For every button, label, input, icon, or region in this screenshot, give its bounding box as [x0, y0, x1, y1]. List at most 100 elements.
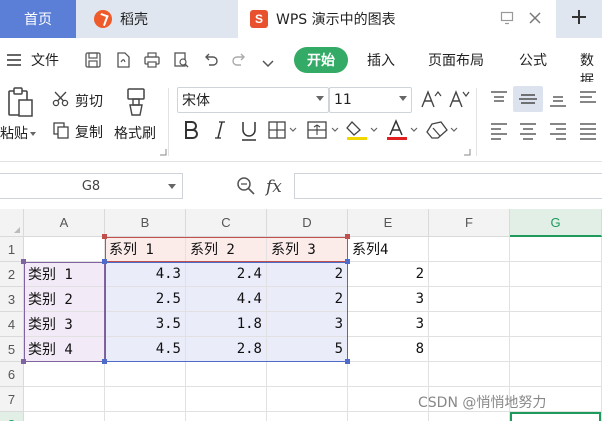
menu-formula[interactable]: 公式: [519, 50, 547, 70]
cell-b4[interactable]: 3.5: [105, 312, 186, 337]
range-resize-handle[interactable]: [102, 259, 107, 264]
cell-d4[interactable]: 3: [267, 312, 348, 337]
cell-c4[interactable]: 1.8: [186, 312, 267, 337]
column-header-c[interactable]: C: [186, 209, 267, 237]
align-right-icon[interactable]: [548, 122, 568, 144]
cell-e4[interactable]: 3: [348, 312, 429, 337]
output-pdf-icon[interactable]: [114, 51, 132, 73]
cell-c6[interactable]: [186, 362, 267, 387]
cell-e6[interactable]: [348, 362, 429, 387]
cell-f2[interactable]: [429, 262, 510, 287]
cell-c3[interactable]: 4.4: [186, 287, 267, 312]
zoom-search-icon[interactable]: [236, 176, 256, 200]
cell-g6[interactable]: [510, 362, 602, 387]
cell-b2[interactable]: 4.3: [105, 262, 186, 287]
chevron-down-icon[interactable]: [262, 56, 274, 72]
cell-f3[interactable]: [429, 287, 510, 312]
cell-d2[interactable]: 2: [267, 262, 348, 287]
column-header-b[interactable]: B: [105, 209, 186, 237]
range-resize-handle[interactable]: [21, 359, 26, 364]
new-tab-button[interactable]: [556, 0, 602, 38]
cell-g1[interactable]: [510, 237, 602, 262]
tab-daoke[interactable]: 稻壳: [78, 0, 238, 38]
menu-file[interactable]: 文件: [31, 50, 59, 70]
save-icon[interactable]: [84, 51, 102, 73]
align-middle-icon[interactable]: [513, 86, 543, 112]
column-header-g[interactable]: G: [510, 209, 602, 237]
name-box[interactable]: G8: [0, 173, 183, 199]
cell-b1[interactable]: 系列 1: [105, 237, 186, 262]
redo-icon[interactable]: [230, 51, 248, 73]
cell-f6[interactable]: [429, 362, 510, 387]
cell-a1[interactable]: [24, 237, 105, 262]
cut-button[interactable]: 剪切: [75, 91, 103, 111]
range-resize-handle[interactable]: [102, 234, 107, 239]
clipboard-expand-icon[interactable]: [160, 145, 167, 160]
print-icon[interactable]: [143, 51, 161, 73]
row-header-2[interactable]: 2: [0, 262, 24, 287]
merge-cells-icon[interactable]: [307, 121, 341, 143]
cell-a4[interactable]: 类别 3: [24, 312, 105, 337]
row-header-4[interactable]: 4: [0, 312, 24, 337]
cell-b5[interactable]: 4.5: [105, 337, 186, 362]
cell-b6[interactable]: [105, 362, 186, 387]
cell-a3[interactable]: 类别 2: [24, 287, 105, 312]
cell-g2[interactable]: [510, 262, 602, 287]
cell-e8[interactable]: [348, 412, 429, 421]
column-header-d[interactable]: D: [267, 209, 348, 237]
cell-b8[interactable]: [105, 412, 186, 421]
align-bottom-icon[interactable]: [548, 90, 568, 112]
cell-a6[interactable]: [24, 362, 105, 387]
range-resize-handle[interactable]: [345, 259, 350, 264]
font-expand-icon[interactable]: [464, 145, 471, 160]
cell-d3[interactable]: 2: [267, 287, 348, 312]
column-header-a[interactable]: A: [24, 209, 105, 237]
row-header-6[interactable]: 6: [0, 362, 24, 387]
italic-icon[interactable]: [213, 120, 227, 144]
decrease-font-size-icon[interactable]: [448, 89, 470, 113]
cell-e5[interactable]: 8: [348, 337, 429, 362]
menu-start[interactable]: 开始: [294, 47, 348, 73]
undo-icon[interactable]: [202, 51, 220, 73]
align-center-icon[interactable]: [518, 122, 538, 144]
tab-document[interactable]: S WPS 演示中的图表: [238, 0, 556, 38]
menu-page-layout[interactable]: 页面布局: [428, 50, 484, 70]
cell-d8[interactable]: [267, 412, 348, 421]
range-resize-handle[interactable]: [102, 359, 107, 364]
cell-a7[interactable]: [24, 387, 105, 412]
format-painter-button[interactable]: 格式刷: [114, 123, 156, 143]
cell-g4[interactable]: [510, 312, 602, 337]
copy-button[interactable]: 复制: [75, 122, 103, 142]
row-header-3[interactable]: 3: [0, 287, 24, 312]
cell-g8[interactable]: [510, 412, 602, 421]
cell-c2[interactable]: 2.4: [186, 262, 267, 287]
hamburger-icon[interactable]: [6, 53, 22, 71]
align-top-icon[interactable]: [489, 90, 509, 110]
cell-b3[interactable]: 2.5: [105, 287, 186, 312]
underline-icon[interactable]: [239, 120, 259, 146]
range-resize-handle[interactable]: [21, 259, 26, 264]
row-header-7[interactable]: 7: [0, 387, 24, 412]
float-window-icon[interactable]: [500, 11, 514, 25]
insert-function-button[interactable]: fx: [266, 177, 282, 197]
select-all-corner[interactable]: [0, 209, 24, 237]
row-header-8[interactable]: 8: [0, 412, 24, 421]
cell-a5[interactable]: 类别 4: [24, 337, 105, 362]
cell-e2[interactable]: 2: [348, 262, 429, 287]
cell-e3[interactable]: 3: [348, 287, 429, 312]
paste-icon[interactable]: [6, 86, 36, 122]
cell-f1[interactable]: [429, 237, 510, 262]
cell-f4[interactable]: [429, 312, 510, 337]
cell-d5[interactable]: 5: [267, 337, 348, 362]
cell-g3[interactable]: [510, 287, 602, 312]
bold-icon[interactable]: [183, 120, 199, 144]
cell-a8[interactable]: [24, 412, 105, 421]
border-icon[interactable]: [268, 121, 298, 143]
increase-font-size-icon[interactable]: [420, 89, 442, 113]
cell-c5[interactable]: 2.8: [186, 337, 267, 362]
fill-color-icon[interactable]: [346, 119, 380, 145]
cell-a2[interactable]: 类别 1: [24, 262, 105, 287]
column-header-f[interactable]: F: [429, 209, 510, 237]
column-header-e[interactable]: E: [348, 209, 429, 237]
close-tab-icon[interactable]: [528, 11, 542, 25]
